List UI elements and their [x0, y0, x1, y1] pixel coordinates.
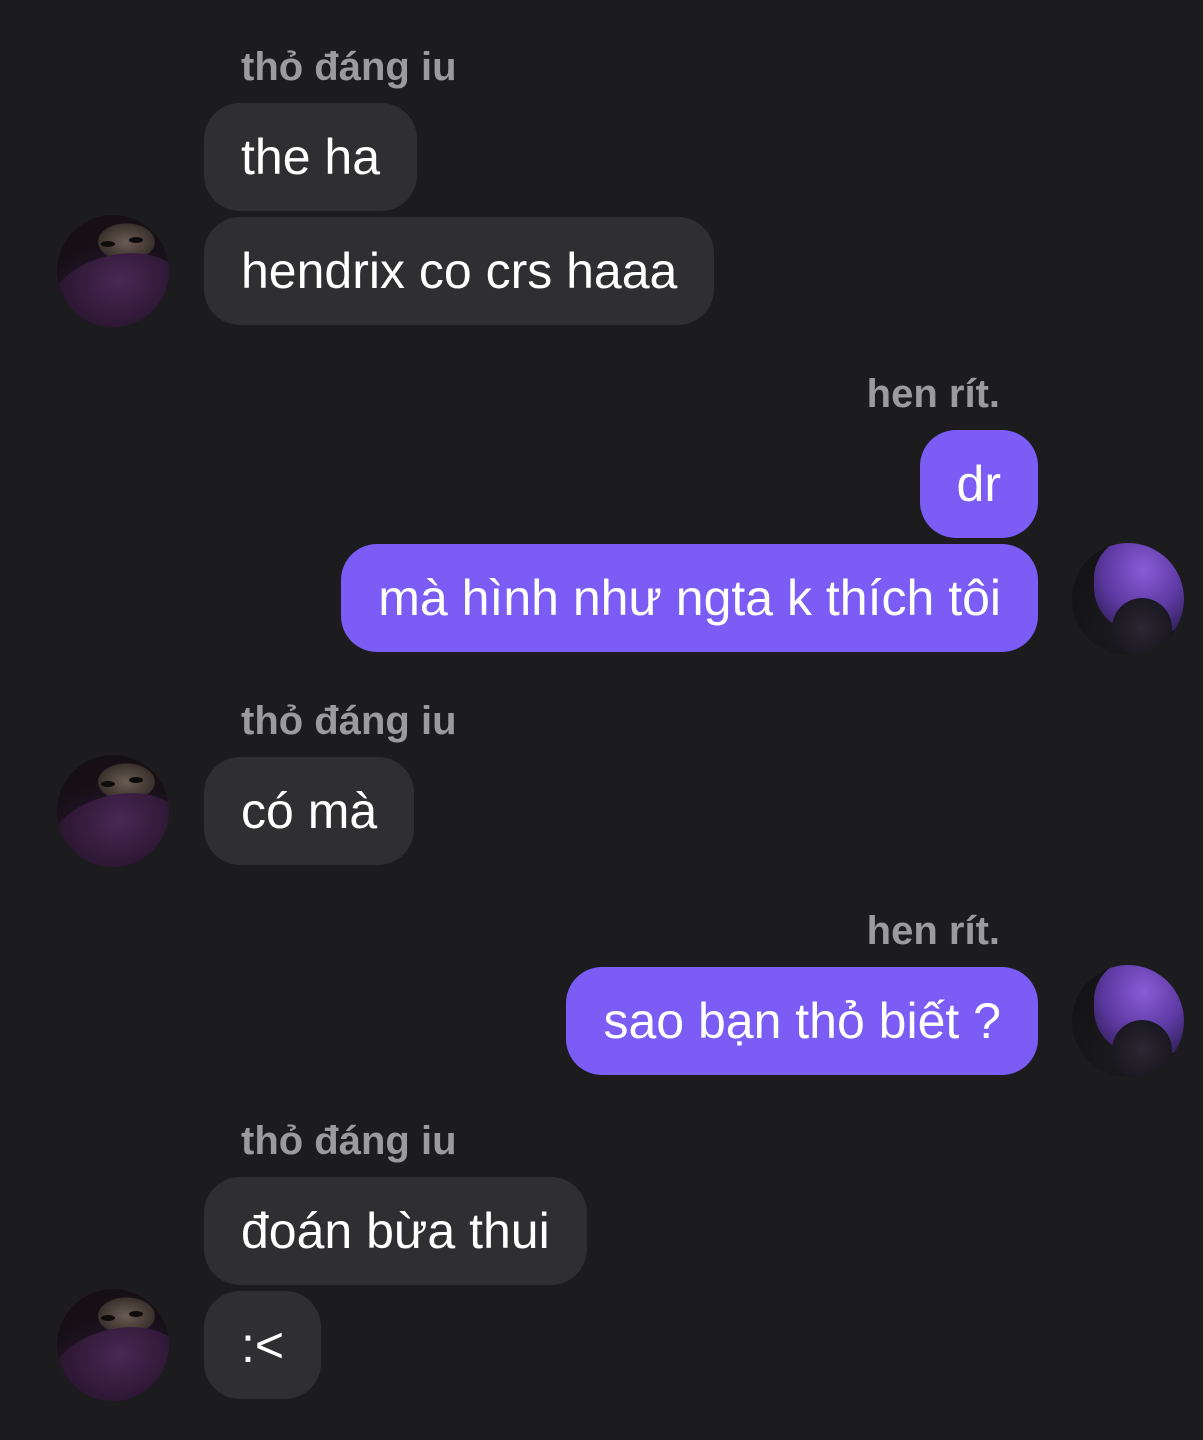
contact-avatar[interactable]: [57, 1289, 169, 1401]
message-bubble-incoming[interactable]: hendrix co crs haaa: [204, 217, 715, 325]
message-bubble-incoming[interactable]: đoán bừa thui: [204, 1177, 587, 1285]
avatar-image: [57, 1313, 169, 1401]
contact-avatar[interactable]: [57, 755, 169, 867]
sender-name: hen rít.: [866, 909, 1000, 953]
sender-name: hen rít.: [866, 372, 1000, 416]
message-bubble-outgoing[interactable]: mà hình như ngta k thích tôi: [341, 544, 1038, 652]
message-bubble-incoming[interactable]: the ha: [204, 103, 418, 211]
avatar-image: [57, 779, 169, 867]
avatar-image: [57, 239, 169, 327]
user-avatar[interactable]: [1072, 965, 1184, 1077]
user-avatar[interactable]: [1072, 543, 1184, 655]
contact-avatar[interactable]: [57, 215, 169, 327]
message-bubble-outgoing[interactable]: sao bạn thỏ biết ?: [566, 967, 1038, 1075]
message-bubble-incoming[interactable]: có mà: [204, 757, 415, 865]
sender-name: thỏ đáng iu: [241, 699, 457, 743]
message-bubble-incoming[interactable]: :<: [204, 1291, 322, 1399]
sender-name: thỏ đáng iu: [241, 45, 457, 89]
message-bubble-outgoing[interactable]: dr: [919, 430, 1038, 538]
sender-name: thỏ đáng iu: [241, 1119, 457, 1163]
